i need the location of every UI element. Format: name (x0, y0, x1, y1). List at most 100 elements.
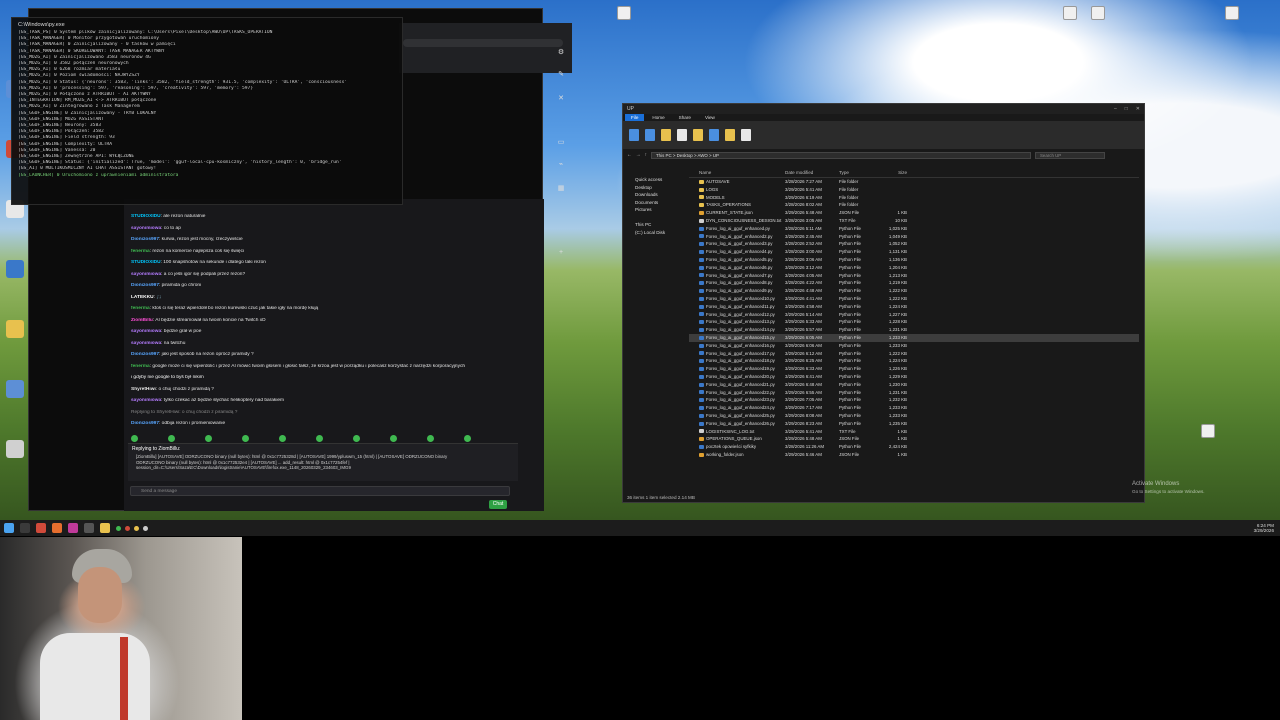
file-row[interactable]: Forex_log_ai_gguf_enhanced26.py 3/29/2026… (689, 420, 1139, 428)
lock-icon[interactable] (725, 129, 735, 141)
desktop-icon[interactable] (6, 380, 24, 398)
chat-username[interactable]: sayonimiowa (131, 329, 161, 334)
file-row[interactable]: Forex_log_ai_gguf_enhanced22.py 3/29/2026… (689, 389, 1139, 397)
search-input[interactable]: Search UP (1035, 151, 1105, 159)
chat-username[interactable]: fenerma (131, 249, 150, 254)
file-row[interactable]: Forex_log_ai_gguf_enhanced10.py 3/29/2026… (689, 295, 1139, 303)
emote-icon[interactable] (464, 435, 471, 442)
close-icon[interactable]: ✕ (557, 95, 565, 103)
file-row[interactable]: MODELS 3/29/2026 6:19 AM File folder (689, 194, 1139, 202)
gear-icon[interactable]: ⚙ (557, 49, 565, 57)
chat-username[interactable]: Dionizos997 (131, 283, 159, 288)
file-row[interactable]: Forex_log_ai_gguf_enhanced25.py 3/29/2026… (689, 412, 1139, 420)
tab-home[interactable]: Home (646, 114, 670, 121)
emote-icon[interactable] (242, 435, 249, 442)
file-row[interactable]: CURRENT_STATE.json 3/29/2026 5:48 AM JSON … (689, 209, 1139, 217)
file-row[interactable]: LOGISTIKSINC_LOG.txt 3/29/2026 5:41 AM TXT… (689, 428, 1139, 436)
file-row[interactable]: Forex_log_ai_gguf_enhanced18.py 3/29/2026… (689, 357, 1139, 365)
nav-item[interactable]: Documents (627, 199, 685, 207)
browser-icon[interactable] (36, 523, 46, 533)
chat-username[interactable]: Dionizos997 (131, 352, 159, 357)
tray-icon[interactable] (125, 525, 130, 531)
file-row[interactable]: Forex_log_ai_gguf_enhanced15.py 3/29/2026… (689, 333, 1139, 342)
emote-icon[interactable] (168, 435, 175, 442)
desktop-icon[interactable] (1188, 424, 1228, 458)
tab-share[interactable]: Share (673, 114, 697, 121)
file-row[interactable]: Forex_log_ai_gguf_enhanced12.py 3/29/2026… (689, 311, 1139, 319)
nav-item[interactable]: (C:) Local Disk (627, 229, 685, 237)
desktop-icon[interactable] (1212, 6, 1252, 40)
file-row[interactable]: TASKS_OPERATIONS 3/28/2026 8:02 AM File fo… (689, 201, 1139, 209)
desktop-icon[interactable] (1078, 6, 1118, 40)
file-row[interactable]: Forex_log_ai_gguf_enhanced20.py 3/29/2026… (689, 373, 1139, 381)
nav-item[interactable] (627, 214, 685, 222)
terminal-icon[interactable] (84, 523, 94, 533)
nav-item[interactable]: Downloads (627, 191, 685, 199)
file-row[interactable]: Forex_log_ai_gguf_enhanced9.py 3/28/2026 … (689, 287, 1139, 295)
chat-username[interactable]: ZiomBillu (131, 318, 153, 323)
select-icon[interactable] (741, 129, 751, 141)
file-row[interactable]: Forex_log_ai_gguf_enhanced16.py 3/29/2026… (689, 342, 1139, 350)
address-bar[interactable]: This PC > Desktop > AWO > UP (651, 151, 1031, 159)
app-icon[interactable] (52, 523, 62, 533)
column-name[interactable]: Name (689, 170, 785, 177)
close-icon[interactable]: ✕ (1136, 106, 1140, 112)
explorer-icon[interactable] (100, 523, 110, 533)
file-row[interactable]: Forex_log_ai_gguf_enhanced19.py 3/29/2026… (689, 365, 1139, 373)
file-row[interactable]: pocztek opowieści syfkiky 3/28/2026 11:26… (689, 443, 1139, 451)
file-row[interactable]: Forex_log_ai_gguf_enhanced5.py 3/28/2026 … (689, 256, 1139, 264)
start-icon[interactable] (4, 523, 14, 533)
file-row[interactable]: Forex_log_ai_gguf_enhanced14.py 3/29/2026… (689, 326, 1139, 334)
file-row[interactable]: Forex_log_ai_gguf_enhanced21.py 3/29/2026… (689, 381, 1139, 389)
tray-icon[interactable] (134, 525, 139, 531)
chat-username[interactable]: sayonimiowa (131, 226, 161, 231)
desktop-icon[interactable] (6, 440, 24, 458)
chat-username[interactable]: LATEKKU (131, 295, 154, 300)
link-icon[interactable]: ⌁ (557, 161, 565, 169)
chat-username[interactable]: fenerma (131, 364, 150, 369)
emote-icon[interactable] (279, 435, 286, 442)
maximize-icon[interactable]: □ (1125, 106, 1128, 112)
chat-icon[interactable]: ▭ (557, 139, 565, 147)
emote-icon[interactable] (131, 435, 138, 442)
file-row[interactable]: Forex_log_ai_gguf_enhanced3.py 3/28/2026 … (689, 240, 1139, 248)
chat-username[interactable]: ShyretHiwi (131, 387, 156, 392)
nav-item[interactable]: Desktop (627, 184, 685, 192)
paste-icon[interactable] (661, 129, 671, 141)
emote-icon[interactable] (316, 435, 323, 442)
app-icon[interactable] (68, 523, 78, 533)
folder-icon[interactable] (693, 129, 703, 141)
tray-icon[interactable] (143, 525, 148, 531)
desktop-icon[interactable] (604, 6, 644, 40)
file-row[interactable]: Forex_log_ai_gguf_enhanced13.py 3/29/2026… (689, 318, 1139, 326)
file-row[interactable]: AUTOSAVE 3/28/2026 7:27 AM File folder (689, 178, 1139, 186)
emote-icon[interactable] (390, 435, 397, 442)
emote-icon[interactable] (427, 435, 434, 442)
emote-icon[interactable] (353, 435, 360, 442)
chat-username[interactable]: fenerma (131, 306, 150, 311)
browser-address-bar[interactable] (403, 39, 563, 47)
tab-file[interactable]: File (625, 114, 645, 121)
chat-username[interactable]: sayonimiowa (131, 398, 161, 403)
pin-icon[interactable] (629, 129, 639, 141)
column-date[interactable]: Date modified (785, 170, 839, 177)
file-row[interactable]: Forex_log_ai_gguf_enhanced7.py 3/28/2026 … (689, 272, 1139, 280)
copy-icon[interactable] (645, 129, 655, 141)
column-size[interactable]: Size (879, 170, 907, 177)
emote-icon[interactable] (205, 435, 212, 442)
file-row[interactable]: Forex_log_ai_gguf_enhanced11.py 3/29/2026… (689, 303, 1139, 311)
file-row[interactable]: Forex_log_ai_gguf_enhanced4.py 3/28/2026 … (689, 248, 1139, 256)
nav-item[interactable]: Pictures (627, 206, 685, 214)
clock[interactable]: 6:24 PM 3/29/2026 (1254, 523, 1274, 533)
pencil-icon[interactable]: ✎ (557, 71, 565, 79)
up-arrow-icon[interactable]: ↑ (645, 153, 647, 158)
grid-icon[interactable]: ▦ (557, 185, 565, 193)
plus-icon[interactable]: + (557, 249, 565, 257)
chat-username[interactable]: STUDIOXIDU (131, 214, 161, 219)
tab-view[interactable]: View (699, 114, 721, 121)
desktop-icon[interactable] (6, 320, 24, 338)
chat-send-button[interactable]: Chat (489, 500, 507, 509)
forward-arrow-icon[interactable]: → (636, 153, 641, 158)
file-row[interactable]: Forex_log_ai_gguf_enhanced17.py 3/29/2026… (689, 350, 1139, 358)
file-row[interactable]: Forex_log_ai_gguf_enhanced2.py 3/28/2026 … (689, 233, 1139, 241)
